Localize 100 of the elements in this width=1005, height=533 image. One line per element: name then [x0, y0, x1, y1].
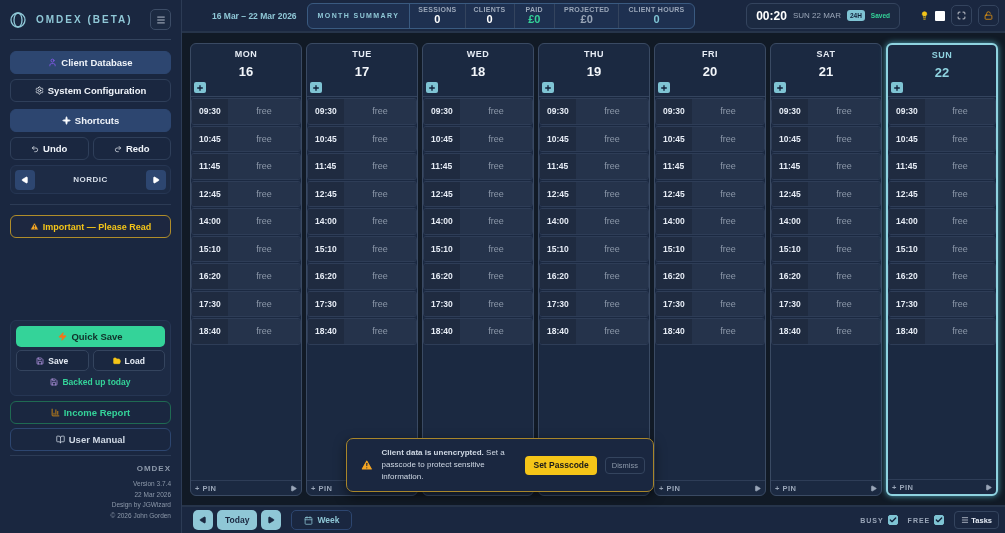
- time-slot[interactable]: 18:40 free: [423, 318, 533, 345]
- time-slot[interactable]: 12:45 free: [771, 180, 881, 207]
- time-slot[interactable]: 16:20 free: [191, 263, 301, 290]
- lightbulb-icon[interactable]: [920, 11, 929, 20]
- time-slot[interactable]: 16:20 free: [888, 263, 996, 290]
- time-slot[interactable]: 10:45 free: [423, 125, 533, 152]
- time-slot[interactable]: 18:40 free: [307, 318, 417, 345]
- nav-button[interactable]: Client Database: [10, 51, 171, 74]
- time-slot[interactable]: 14:00 free: [307, 208, 417, 235]
- time-slot[interactable]: 11:45 free: [307, 153, 417, 180]
- report-button[interactable]: Income Report: [10, 401, 171, 424]
- time-slot[interactable]: 10:45 free: [771, 125, 881, 152]
- time-slot[interactable]: 11:45 free: [423, 153, 533, 180]
- time-slot[interactable]: 10:45 free: [191, 125, 301, 152]
- time-slot[interactable]: 17:30 free: [655, 290, 765, 317]
- play-icon[interactable]: [985, 483, 992, 491]
- quick-save-button[interactable]: Quick Save: [16, 326, 165, 347]
- time-slot[interactable]: 09:30 free: [191, 98, 301, 125]
- set-passcode-button[interactable]: Set Passcode: [525, 455, 597, 475]
- nav-button[interactable]: System Configuration: [10, 79, 171, 102]
- time-slot[interactable]: 16:20 free: [655, 263, 765, 290]
- time-slot[interactable]: 09:30 free: [655, 98, 765, 125]
- time-slot[interactable]: 14:00 free: [539, 208, 649, 235]
- time-slot[interactable]: 18:40 free: [191, 318, 301, 345]
- time-slot[interactable]: 15:10 free: [771, 235, 881, 262]
- previous-theme-button[interactable]: [15, 169, 35, 190]
- time-slot[interactable]: 09:30 free: [771, 98, 881, 125]
- time-slot[interactable]: 09:30 free: [423, 98, 533, 125]
- time-slot[interactable]: 15:10 free: [191, 235, 301, 262]
- time-slot[interactable]: 16:20 free: [307, 263, 417, 290]
- load-button[interactable]: Load: [92, 350, 165, 371]
- lock-button[interactable]: [978, 5, 999, 26]
- slot-time: 16:20: [424, 264, 460, 289]
- time-slot[interactable]: 10:45 free: [655, 125, 765, 152]
- add-button[interactable]: [426, 82, 438, 93]
- time-slot[interactable]: 14:00 free: [191, 208, 301, 235]
- time-slot[interactable]: 12:45 free: [539, 180, 649, 207]
- add-button[interactable]: [194, 82, 206, 93]
- time-slot[interactable]: 09:30 free: [307, 98, 417, 125]
- add-button[interactable]: [774, 82, 786, 93]
- add-button[interactable]: [542, 82, 554, 93]
- manual-button[interactable]: User Manual: [10, 428, 171, 451]
- time-slot[interactable]: 17:30 free: [539, 290, 649, 317]
- time-slot[interactable]: 17:30 free: [191, 290, 301, 317]
- time-slot[interactable]: 09:30 free: [539, 98, 649, 125]
- filter-checkbox[interactable]: [887, 515, 898, 525]
- add-button[interactable]: [891, 82, 903, 93]
- time-slot[interactable]: 17:30 free: [771, 290, 881, 317]
- menu-button[interactable]: [150, 9, 171, 30]
- time-slot[interactable]: 14:00 free: [423, 208, 533, 235]
- fullscreen-button[interactable]: [951, 5, 972, 26]
- nav-button[interactable]: Shortcuts: [10, 109, 171, 132]
- time-slot[interactable]: 14:00 free: [655, 208, 765, 235]
- time-slot[interactable]: 14:00 free: [888, 208, 996, 235]
- time-slot[interactable]: 14:00 free: [771, 208, 881, 235]
- week-view-button[interactable]: Week: [291, 510, 353, 530]
- today-button[interactable]: Today: [217, 510, 258, 530]
- time-slot[interactable]: 15:10 free: [539, 235, 649, 262]
- time-slot[interactable]: 15:10 free: [307, 235, 417, 262]
- time-slot[interactable]: 15:10 free: [423, 235, 533, 262]
- time-slot[interactable]: 15:10 free: [888, 235, 996, 262]
- time-slot[interactable]: 17:30 free: [888, 290, 996, 317]
- time-slot[interactable]: 10:45 free: [539, 125, 649, 152]
- time-slot[interactable]: 16:20 free: [771, 263, 881, 290]
- time-slot[interactable]: 12:45 free: [655, 180, 765, 207]
- time-slot[interactable]: 12:45 free: [307, 180, 417, 207]
- next-theme-button[interactable]: [146, 169, 166, 190]
- time-slot[interactable]: 10:45 free: [888, 125, 996, 152]
- filter-checkbox[interactable]: [934, 515, 945, 525]
- time-slot[interactable]: 18:40 free: [539, 318, 649, 345]
- time-slot[interactable]: 18:40 free: [655, 318, 765, 345]
- save-button[interactable]: Save: [16, 350, 89, 371]
- time-slot[interactable]: 09:30 free: [888, 98, 996, 125]
- play-icon[interactable]: [754, 484, 761, 492]
- time-slot[interactable]: 10:45 free: [307, 125, 417, 152]
- time-slot[interactable]: 11:45 free: [655, 153, 765, 180]
- add-button[interactable]: [310, 82, 322, 93]
- next-week-button[interactable]: [261, 510, 282, 530]
- time-slot[interactable]: 12:45 free: [888, 180, 996, 207]
- play-icon[interactable]: [870, 484, 877, 492]
- notice-button[interactable]: Important — Please Read: [10, 215, 171, 238]
- time-slot[interactable]: 12:45 free: [191, 180, 301, 207]
- time-slot[interactable]: 11:45 free: [539, 153, 649, 180]
- undo-button[interactable]: Undo: [10, 137, 89, 160]
- time-slot[interactable]: 17:30 free: [307, 290, 417, 317]
- redo-button[interactable]: Redo: [92, 137, 171, 160]
- square-toggle-icon[interactable]: [935, 10, 945, 21]
- add-button[interactable]: [658, 82, 670, 93]
- time-slot[interactable]: 12:45 free: [423, 180, 533, 207]
- time-slot[interactable]: 18:40 free: [771, 318, 881, 345]
- previous-week-button[interactable]: [193, 510, 213, 530]
- time-slot[interactable]: 18:40 free: [888, 318, 996, 345]
- time-slot[interactable]: 16:20 free: [539, 263, 649, 290]
- time-slot[interactable]: 11:45 free: [771, 153, 881, 180]
- time-slot[interactable]: 15:10 free: [655, 235, 765, 262]
- time-slot[interactable]: 11:45 free: [191, 153, 301, 180]
- time-slot[interactable]: 16:20 free: [423, 263, 533, 290]
- time-slot[interactable]: 11:45 free: [888, 153, 996, 180]
- play-icon[interactable]: [290, 484, 297, 492]
- time-slot[interactable]: 17:30 free: [423, 290, 533, 317]
